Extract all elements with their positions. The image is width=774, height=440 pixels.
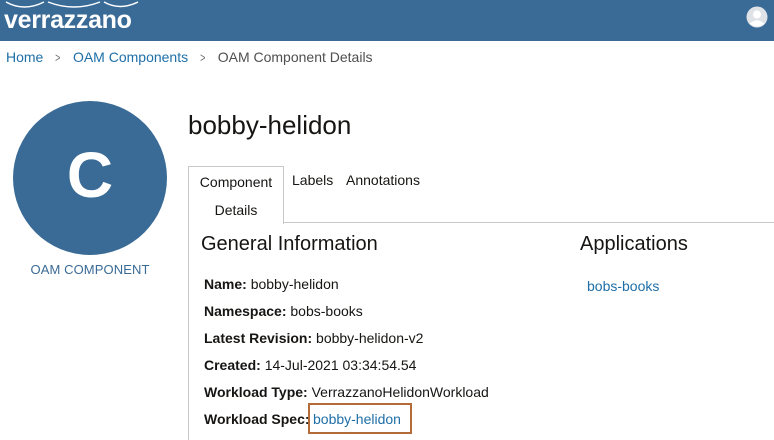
breadcrumb: Home > OAM Components > OAM Component De… [6,48,373,66]
tab-labels[interactable]: Labels [292,172,333,188]
tab-annotations[interactable]: Annotations [346,172,420,188]
field-value: bobby-helidon [250,276,339,292]
tab-component-details[interactable]: Component Details [188,166,284,224]
field-label: Workload Type: [204,384,308,400]
field-label: Namespace: [204,303,287,319]
applications-heading: Applications [580,233,688,255]
panel-border [188,224,189,440]
field-workload-spec: Workload Spec: [204,411,310,427]
application-link-bobs-books[interactable]: bobs-books [587,278,659,294]
brand-name: verrazzano [4,6,132,34]
page-title: bobby-helidon [188,110,352,140]
field-label: Workload Spec: [204,411,310,427]
field-latest-revision: Latest Revision: bobby-helidon-v2 [204,330,423,346]
top-header: verrazzano [0,0,774,41]
chevron-right-icon: > [55,49,61,65]
field-created: Created: 14-Jul-2021 03:34:54.54 [204,357,416,373]
component-avatar: C [13,101,167,255]
tabs-divider [284,222,774,223]
tab-label-line2: Details [214,202,258,218]
component-type-caption: OAM COMPONENT [30,262,150,277]
field-label: Created: [204,357,261,373]
chevron-right-icon: > [200,49,206,65]
breadcrumb-oam-components-link[interactable]: OAM Components [73,49,188,65]
avatar-initial: C [66,139,114,211]
field-value: VerrazzanoHelidonWorkload [311,384,489,400]
field-value: 14-Jul-2021 03:34:54.54 [264,357,417,373]
field-value: bobby-helidon-v2 [316,330,424,346]
field-value: bobs-books [290,303,363,319]
field-name: Name: bobby-helidon [204,276,339,292]
general-information-heading: General Information [201,233,378,255]
breadcrumb-current: OAM Component Details [217,49,373,65]
workload-spec-link[interactable]: bobby-helidon [313,411,401,427]
field-label: Name: [204,276,247,292]
field-namespace: Namespace: bobs-books [204,303,363,319]
field-workload-type: Workload Type: VerrazzanoHelidonWorkload [204,384,489,400]
breadcrumb-home-link[interactable]: Home [6,49,43,65]
tab-label-line1: Component [199,174,273,190]
field-label: Latest Revision: [204,330,313,346]
user-avatar-icon[interactable] [746,6,768,28]
